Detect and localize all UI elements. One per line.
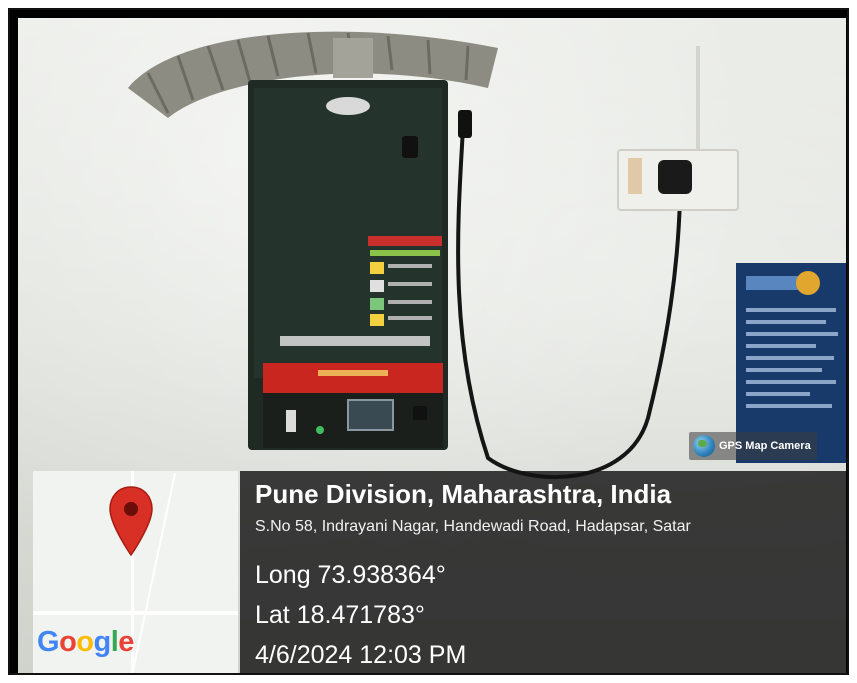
gps-map-camera-badge: GPS Map Camera: [689, 432, 817, 460]
latitude-text: Lat 18.471783°: [255, 601, 425, 629]
wall-socket: [617, 46, 739, 211]
longitude-text: Long 73.938364°: [255, 561, 446, 589]
gps-badge-label: GPS Map Camera: [719, 440, 811, 452]
map-road: [33, 611, 238, 615]
datetime-text: 4/6/2024 12:03 PM: [255, 641, 467, 669]
location-info-panel: Pune Division, Maharashtra, India S.No 5…: [240, 471, 846, 673]
cable-clip: [458, 110, 472, 138]
globe-icon: [693, 435, 715, 457]
location-address: S.No 58, Indrayani Nagar, Handewadi Road…: [255, 518, 691, 535]
map-pin-icon: [109, 486, 153, 557]
map-thumbnail: Google: [33, 471, 238, 673]
vending-machine: [248, 80, 448, 450]
google-logo: Google: [37, 626, 134, 658]
location-title: Pune Division, Maharashtra, India: [255, 479, 672, 509]
